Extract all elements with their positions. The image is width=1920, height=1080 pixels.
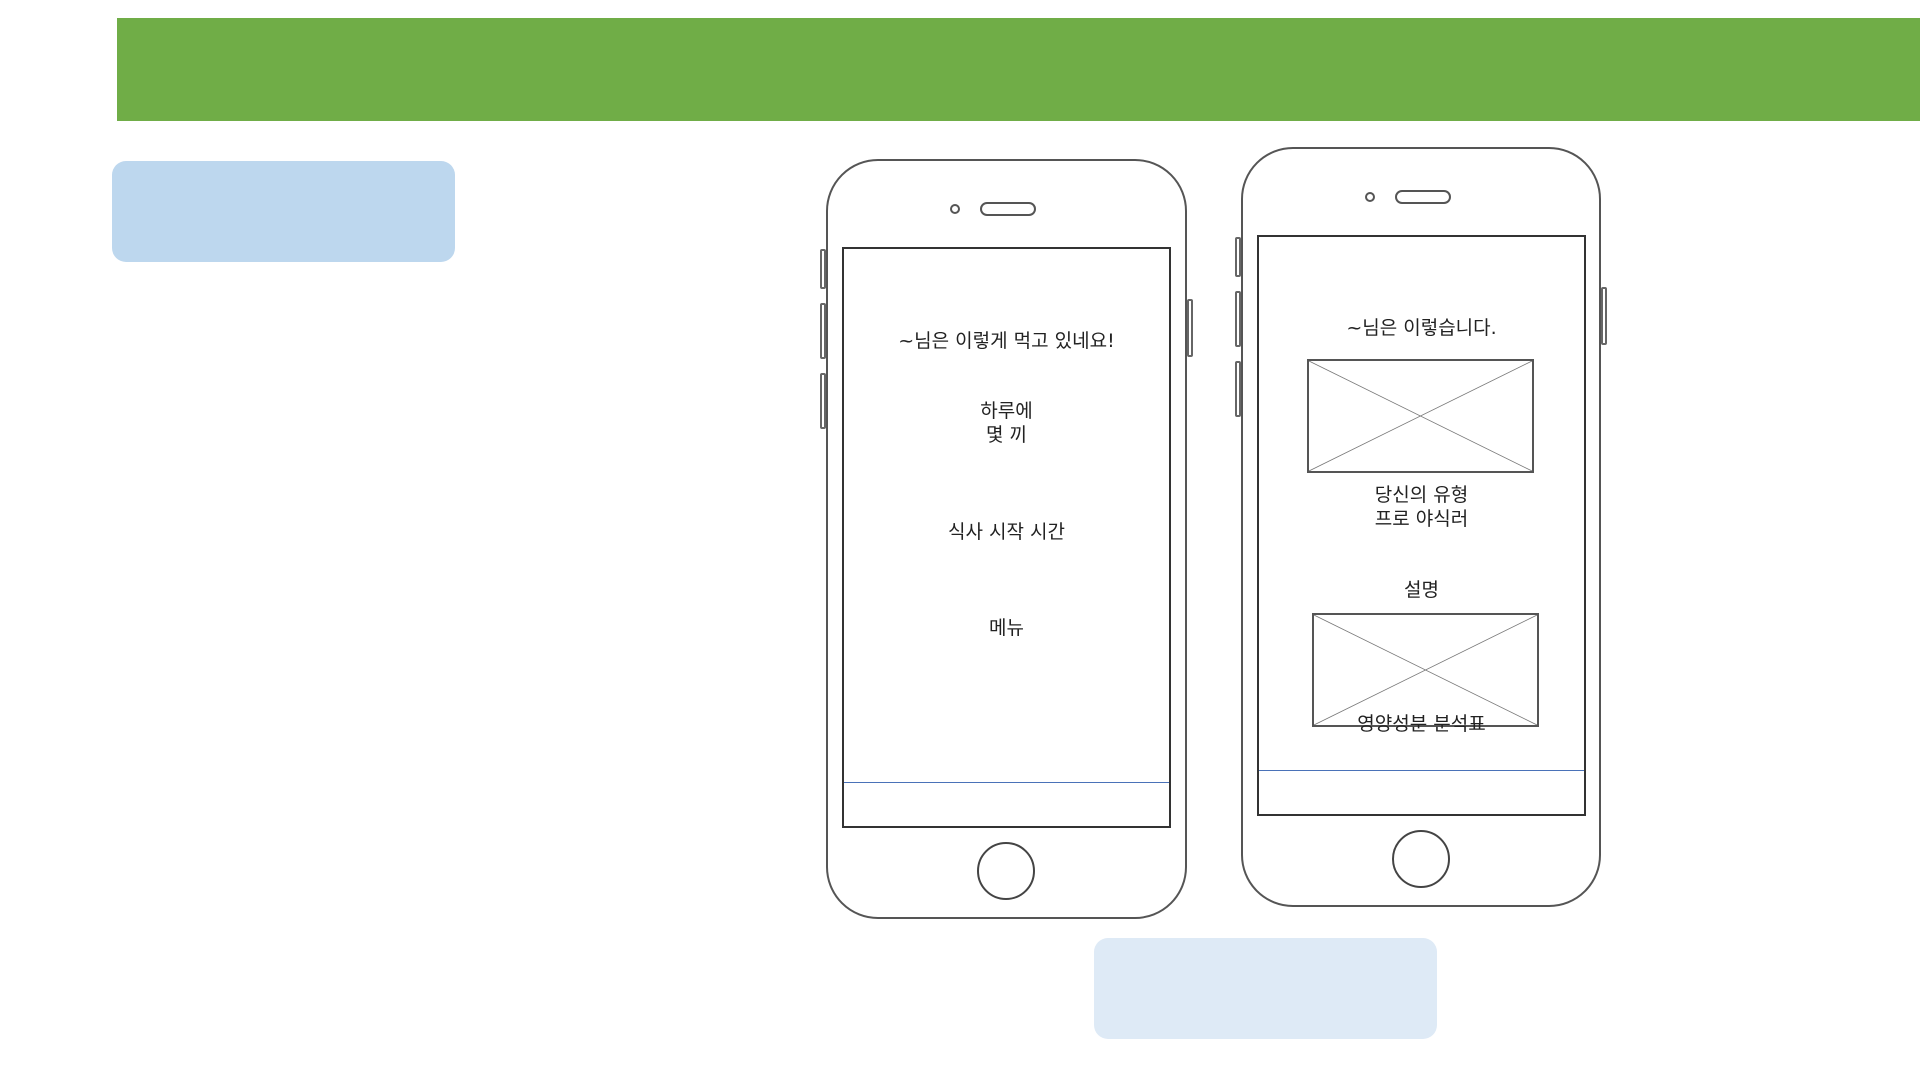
screen-title: ~님은 이렇게 먹고 있네요! xyxy=(898,330,1115,352)
meals-line-2: 몇 끼 xyxy=(986,424,1027,446)
tab-bar-divider xyxy=(1259,770,1584,771)
home-button[interactable] xyxy=(1392,830,1450,888)
menu-label: 메뉴 xyxy=(989,617,1024,639)
user-type-label: 당신의 유형 프로 야식러 xyxy=(1259,483,1584,531)
power-button xyxy=(1601,287,1607,345)
label-box-top xyxy=(112,161,455,262)
speaker-icon xyxy=(980,202,1036,216)
front-camera-icon xyxy=(1365,192,1375,202)
screen: ~님은 이렇게 먹고 있네요! 하루에 몇 끼 식사 시작 시간 메뉴 xyxy=(842,247,1171,828)
speaker-icon xyxy=(1395,190,1451,204)
front-camera-icon xyxy=(950,204,960,214)
type-line-1: 당신의 유형 xyxy=(1374,484,1469,506)
type-line-2: 프로 야식러 xyxy=(1374,508,1469,530)
home-button[interactable] xyxy=(977,842,1035,900)
description-label: 설명 xyxy=(1404,579,1439,601)
nutrition-table-label: 영양성분 분석표 xyxy=(1357,713,1486,735)
type-image-placeholder xyxy=(1307,359,1534,473)
phone-mockup-eating-habits: ~님은 이렇게 먹고 있네요! 하루에 몇 끼 식사 시작 시간 메뉴 xyxy=(820,159,1193,919)
nutrition-chart-placeholder xyxy=(1312,613,1539,727)
power-button xyxy=(1187,299,1193,357)
screen: ~님은 이렇습니다. 당신의 유형 프로 야식러 설명 영양성분 분석표 xyxy=(1257,235,1586,816)
meal-start-time-label: 식사 시작 시간 xyxy=(948,521,1065,543)
phone-mockup-result: ~님은 이렇습니다. 당신의 유형 프로 야식러 설명 영양성분 분석표 xyxy=(1235,147,1607,907)
tab-bar-divider xyxy=(844,782,1169,783)
screen-title: ~님은 이렇습니다. xyxy=(1346,317,1497,339)
header-bar xyxy=(117,18,1920,121)
meals-line-1: 하루에 xyxy=(980,400,1033,422)
meals-per-day-label: 하루에 몇 끼 xyxy=(844,399,1169,447)
label-box-bottom xyxy=(1094,938,1437,1039)
